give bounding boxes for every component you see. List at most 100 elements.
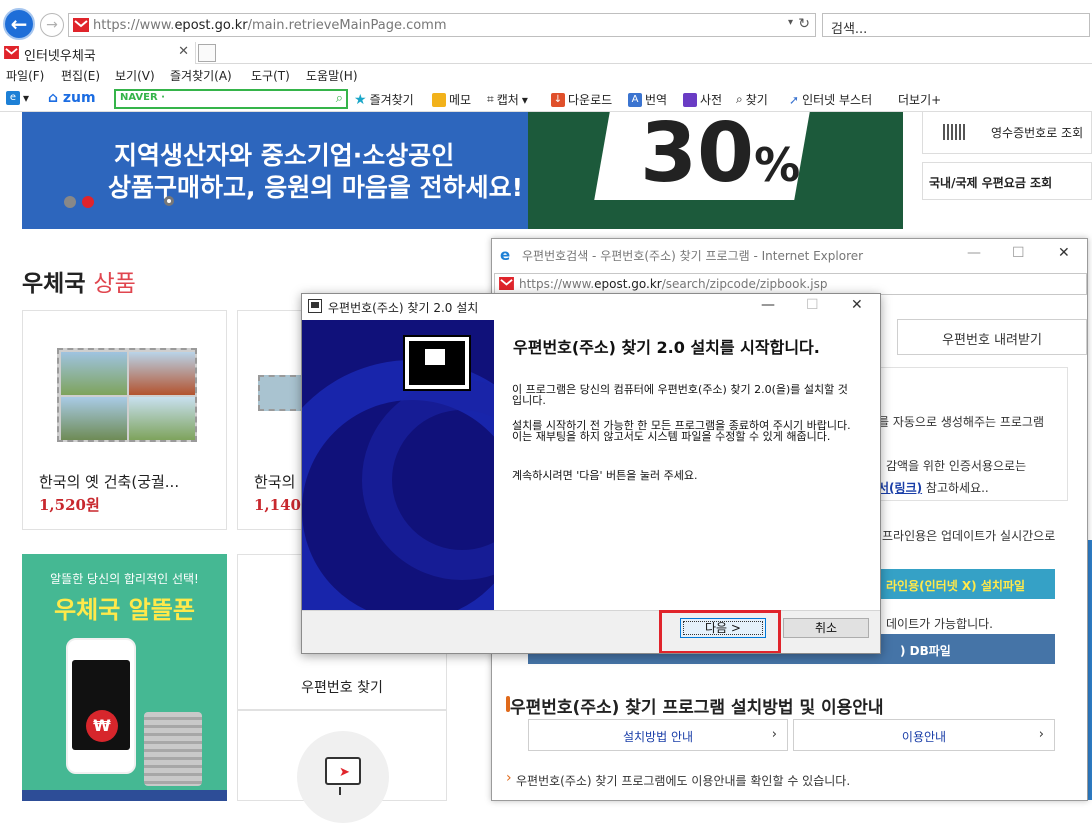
favorites-button[interactable]: ★ 즐겨찾기 (354, 91, 414, 108)
zipcode-window-titlebar[interactable]: e 우편번호검색 - 우편번호(주소) 찾기 프로그램 - Internet E… (492, 239, 1087, 271)
maximize-icon[interactable]: ☐ (806, 297, 819, 313)
product-name: 한국의 (254, 473, 296, 491)
search-placeholder: 검색... (831, 22, 868, 37)
ie-logo-icon[interactable]: e ▾ (6, 91, 29, 105)
installer-titlebar[interactable]: 우편번호(주소) 찾기 2.0 설치 — ☐ ✕ (302, 294, 880, 320)
cancel-button[interactable]: 취소 (783, 618, 869, 638)
installer-heading: 우편번호(주소) 찾기 2.0 설치를 시작합니다. (513, 338, 820, 357)
menu-tools[interactable]: 도구(T) (251, 67, 290, 84)
installer-title: 우편번호(주소) 찾기 2.0 설치 (328, 301, 479, 315)
mvno-ad-banner[interactable]: 알뜰한 당신의 합리적인 선택! 우체국 알뜰폰 ₩ (22, 554, 227, 801)
ad-bottom-strip (22, 790, 227, 801)
address-dropdown-icon[interactable]: ▾ (788, 17, 793, 28)
book-icon (683, 92, 697, 107)
products-heading: 우체국 상품 (22, 271, 136, 297)
receipt-label: 영수증번호로 조회 (991, 126, 1084, 140)
installer-logo-icon (403, 335, 471, 391)
zum-link[interactable]: ⌂ zum (48, 90, 96, 106)
epost-favicon-icon (4, 46, 19, 59)
close-icon[interactable]: ✕ (1058, 245, 1070, 261)
refresh-icon[interactable]: ↻ (798, 16, 810, 32)
tab-zipcode-download[interactable]: 우편번호 내려받기 (897, 319, 1087, 355)
cert-link[interactable]: 서(링크) (878, 481, 922, 495)
won-icon: ₩ (86, 710, 118, 742)
menu-view[interactable]: 보기(V) (115, 67, 155, 84)
ie-icon: e (500, 246, 511, 264)
menu-favorites[interactable]: 즐겨찾기(A) (170, 67, 232, 84)
browser-chrome: ← → https://www.epost.go.kr/main.retriev… (0, 0, 1092, 112)
dictionary-button[interactable]: 사전 (683, 91, 722, 108)
installer-dialog[interactable]: 우편번호(주소) 찾기 2.0 설치 — ☐ ✕ 우편번호(주소) 찾기 2.0… (301, 293, 881, 654)
naver-label: NAVER · (120, 92, 165, 103)
usage-guide-button[interactable]: 이용안내 › (793, 719, 1055, 751)
installer-button-bar: 다음 > 취소 (302, 610, 880, 653)
next-button[interactable]: 다음 > (680, 618, 766, 638)
zipcode-search-label: 우편번호 찾기 (301, 680, 383, 696)
barcode-icon (943, 124, 967, 140)
memo-button[interactable]: 메모 (432, 91, 471, 108)
forward-button[interactable]: → (40, 13, 64, 37)
star-icon: ★ (354, 91, 367, 108)
close-icon[interactable]: ✕ (851, 297, 863, 313)
tab-epost[interactable]: 인터넷우체국 ✕ (0, 42, 196, 64)
minimize-icon[interactable]: — (967, 245, 981, 261)
menu-bar: 파일(F) 편집(E) 보기(V) 즐겨찾기(A) 도구(T) 도움말(H) (0, 64, 1092, 86)
guide-note: 우편번호(주소) 찾기 프로그램에도 이용안내를 확인할 수 있습니다. (506, 770, 850, 789)
chevron-right-icon: › (771, 727, 777, 742)
installer-paragraph: 이 프로그램은 당신의 컴퓨터에 우편번호(주소) 찾기 2.0(을)를 설치할… (512, 383, 848, 407)
menu-edit[interactable]: 편집(E) (61, 67, 100, 84)
receipt-lookup-link[interactable]: 영수증번호로 조회 (922, 112, 1092, 154)
new-tab-button[interactable] (198, 44, 216, 62)
banner-pause-icon[interactable] (164, 196, 174, 206)
download-button[interactable]: ↓ 다운로드 (551, 91, 612, 108)
tab-label: 인터넷우체국 (24, 49, 96, 64)
service-icon-circle: ➤ (297, 731, 389, 823)
product-name: 한국의 옛 건축(궁궐... (39, 473, 180, 491)
menu-file[interactable]: 파일(F) (6, 67, 44, 84)
translate-button[interactable]: A 번역 (628, 91, 667, 108)
search-icon[interactable]: ⌕ (336, 91, 343, 106)
translate-icon: A (628, 92, 642, 107)
banner-line-1: 지역생산자와 중소기업·소상공인 (114, 141, 455, 170)
back-button[interactable]: ← (3, 8, 35, 40)
minimize-icon[interactable]: — (761, 297, 775, 313)
ad-subtitle: 알뜰한 당신의 합리적인 선택! (50, 572, 199, 586)
toolbar: e ▾ ⌂ zum NAVER · ⌕ ★ 즐겨찾기 메모 ⌗ 캡처 ▾ ↓ 다운로드 A… (0, 87, 1092, 112)
postage-lookup-link[interactable]: 국내/국제 우편요금 조회 (922, 162, 1092, 200)
naver-search-input[interactable]: NAVER · ⌕ (114, 89, 348, 109)
ad-title: 우체국 알뜰폰 (54, 596, 195, 624)
installer-app-icon (308, 299, 322, 313)
zipcode-window-title: 우편번호검색 - 우편번호(주소) 찾기 프로그램 - Internet Exp… (522, 249, 864, 263)
tab-row: 인터넷우체국 ✕ (0, 42, 1092, 64)
zipcode-window-address-bar[interactable]: https://www.epost.go.kr/search/zipcode/z… (494, 273, 1087, 295)
search-input[interactable]: 검색... (822, 13, 1090, 37)
capture-button[interactable]: ⌗ 캡처 ▾ (487, 91, 528, 108)
info-text: 프라인용은 업데이트가 실시간으로 (882, 529, 1056, 543)
home-icon: ⌂ (48, 90, 59, 106)
maximize-icon[interactable]: ☐ (1012, 245, 1025, 261)
rocket-icon: ➚ (789, 92, 800, 107)
close-tab-icon[interactable]: ✕ (178, 44, 189, 59)
address-bar[interactable]: https://www.epost.go.kr/main.retrieveMai… (68, 13, 816, 37)
find-button[interactable]: ⌕ 찾기 (736, 91, 768, 108)
banner-dot-active[interactable] (82, 196, 94, 208)
memo-icon (432, 92, 446, 107)
epost-favicon-icon (73, 18, 89, 32)
banner-dot[interactable] (64, 196, 76, 208)
address-url: https://www.epost.go.kr/main.retrieveMai… (93, 18, 447, 33)
product-card[interactable]: 한국의 옛 건축(궁궐... 1,520원 (22, 310, 227, 530)
crop-icon: ⌗ (487, 92, 494, 106)
monitor-icon: ➤ (325, 757, 361, 795)
more-button[interactable]: 더보기+ (898, 91, 941, 108)
info-text-with-link: 서(링크) 참고하세요.. (878, 481, 989, 495)
stamp-image (57, 348, 197, 442)
menu-help[interactable]: 도움말(H) (306, 67, 358, 84)
promo-banner[interactable]: 30% 지역생산자와 중소기업·소상공인 상품구매하고, 응원의 마음을 전하세… (22, 112, 903, 229)
installer-paragraph: 계속하시려면 '다음' 버튼을 눌러 주세요. (512, 469, 698, 482)
install-guide-button[interactable]: 설치방법 안내 › (528, 719, 788, 751)
address-row: ← → https://www.epost.go.kr/main.retriev… (0, 8, 1092, 42)
update-text: 데이트가 가능합니다. (886, 617, 993, 631)
booster-button[interactable]: ➚ 인터넷 부스터 (789, 91, 872, 108)
service-card[interactable]: ➤ (237, 710, 447, 823)
download-icon: ↓ (551, 92, 565, 107)
